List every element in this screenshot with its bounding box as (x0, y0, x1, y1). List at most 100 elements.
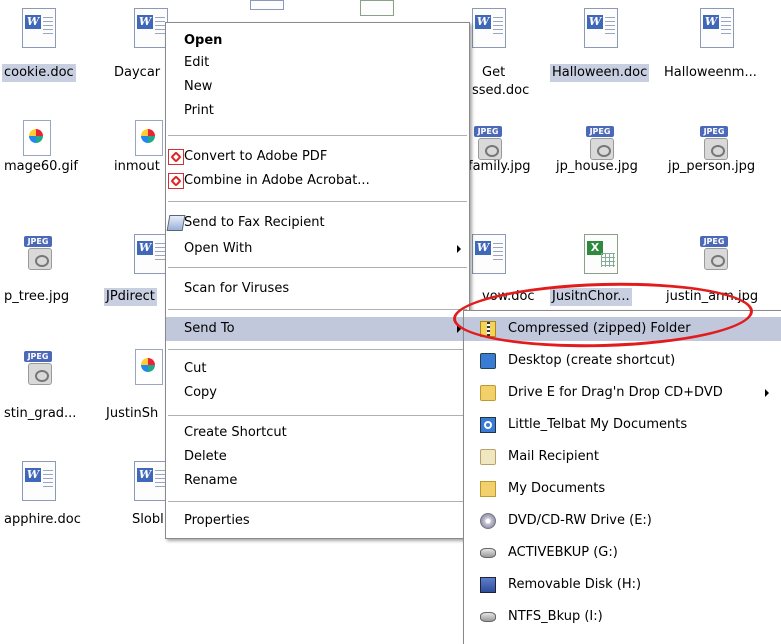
menu-item-edit[interactable]: Edit (166, 51, 469, 75)
menu-item-label: Rename (184, 473, 238, 488)
menu-item-combine-acrobat[interactable]: Combine in Adobe Acrobat... (166, 169, 469, 193)
menu-item-print[interactable]: Print (166, 99, 469, 123)
word-doc-icon: W (134, 8, 168, 48)
word-doc-icon: W (472, 8, 506, 48)
menu-item-label: NTFS_Bkup (I:) (508, 609, 603, 624)
file-get-stressed[interactable]: W Get ssed.doc (460, 0, 556, 100)
file-label-line2: ssed.doc (472, 83, 530, 98)
file-label: jp_person.jpg (668, 159, 756, 174)
menu-item-copy[interactable]: Copy (166, 381, 469, 405)
file-label: family.jpg (468, 159, 531, 174)
menu-item-label: Little_Telbat My Documents (508, 417, 688, 432)
menu-item-label: DVD/CD-RW Drive (E:) (508, 513, 652, 528)
file-image60-gif[interactable]: mage60.gif (0, 110, 96, 190)
send-to-mail[interactable]: Mail Recipient (464, 445, 781, 469)
menu-item-delete[interactable]: Delete (166, 445, 469, 469)
file-halloween-doc[interactable]: W Halloween.doc (548, 0, 650, 95)
menu-item-send-fax[interactable]: Send to Fax Recipient (166, 211, 469, 235)
shortcut-icon (480, 417, 496, 433)
file-family-jpg[interactable]: JPEG family.jpg (460, 110, 556, 190)
menu-item-scan-viruses[interactable]: Scan for Viruses (166, 277, 469, 301)
menu-item-label: Combine in Adobe Acrobat... (184, 173, 370, 188)
document-icon (250, 0, 284, 10)
submenu-arrow-icon (765, 389, 769, 397)
adobe-acrobat-icon (168, 173, 184, 189)
menu-item-properties[interactable]: Properties (166, 509, 469, 533)
jpeg-image-icon: JPEG (22, 234, 56, 274)
menu-item-label: New (184, 79, 213, 94)
send-to-drive-e[interactable]: Drive E for Drag'n Drop CD+DVD (464, 381, 781, 405)
menu-separator (168, 415, 467, 416)
file-label: inmout (114, 159, 160, 174)
file-p-tree-jpg[interactable]: JPEG p_tree.jpg (0, 230, 96, 310)
gif-image-icon (20, 120, 54, 160)
gif-image-icon (132, 349, 166, 389)
hard-drive-icon (480, 612, 496, 622)
menu-item-create-shortcut[interactable]: Create Shortcut (166, 421, 469, 445)
send-to-dvd-drive[interactable]: DVD/CD-RW Drive (E:) (464, 509, 781, 533)
file-label: JustinSh (106, 406, 159, 421)
send-to-desktop[interactable]: Desktop (create shortcut) (464, 349, 781, 373)
menu-item-send-to[interactable]: Send To (166, 317, 469, 341)
word-doc-icon: W (584, 8, 618, 48)
menu-item-label: Cut (184, 361, 207, 376)
menu-item-label: Send To (184, 321, 235, 336)
jpeg-image-icon: JPEG (22, 349, 56, 389)
submenu-arrow-icon (457, 245, 461, 253)
file-apphire-doc[interactable]: W apphire.doc (0, 455, 96, 535)
menu-item-label: Scan for Viruses (184, 281, 290, 296)
send-to-activebkup[interactable]: ACTIVEBKUP (G:) (464, 541, 781, 565)
menu-item-rename[interactable]: Rename (166, 469, 469, 493)
menu-separator (168, 349, 467, 350)
menu-item-cut[interactable]: Cut (166, 357, 469, 381)
word-doc-icon: W (472, 234, 506, 274)
file-cookie-doc[interactable]: W cookie.doc (0, 0, 96, 95)
menu-item-label: My Documents (508, 481, 606, 496)
folder-icon (480, 385, 496, 401)
word-doc-icon: W (22, 8, 56, 48)
file-label: mage60.gif (4, 159, 78, 174)
menu-item-open[interactable]: Open (166, 29, 469, 53)
file-stin-grad[interactable]: JPEG stin_grad... (0, 345, 96, 425)
menu-item-label: Mail Recipient (508, 449, 599, 464)
word-doc-icon: W (22, 461, 56, 501)
menu-separator (168, 267, 467, 268)
menu-item-label: Removable Disk (H:) (508, 577, 642, 592)
menu-item-label: Create Shortcut (184, 425, 287, 440)
file-partial-1[interactable] (244, 0, 340, 20)
send-to-my-documents[interactable]: My Documents (464, 477, 781, 501)
send-to-telbat-docs[interactable]: Little_Telbat My Documents (464, 413, 781, 437)
file-label: cookie.doc (2, 64, 76, 82)
desktop-icon (480, 353, 496, 369)
menu-separator (168, 309, 467, 310)
file-jp-house-jpg[interactable]: JPEG jp_house.jpg (548, 110, 644, 190)
removable-disk-icon (480, 577, 496, 593)
menu-item-label: Desktop (create shortcut) (508, 353, 676, 368)
excel-icon (360, 0, 394, 16)
file-label: p_tree.jpg (4, 289, 70, 304)
gif-image-icon (132, 120, 166, 160)
file-label: stin_grad... (4, 406, 77, 421)
file-halloweenm[interactable]: W Halloweenm... (660, 0, 757, 95)
menu-item-label: Open With (184, 241, 253, 256)
menu-item-convert-pdf[interactable]: Convert to Adobe PDF (166, 145, 469, 169)
file-label: apphire.doc (4, 512, 81, 527)
dvd-drive-icon (480, 513, 496, 529)
menu-item-new[interactable]: New (166, 75, 469, 99)
send-to-ntfs-bkup[interactable]: NTFS_Bkup (I:) (464, 605, 781, 629)
file-jp-person-jpg[interactable]: JPEG jp_person.jpg (660, 110, 756, 190)
send-to-removable-disk[interactable]: Removable Disk (H:) (464, 573, 781, 597)
menu-item-open-with[interactable]: Open With (166, 237, 469, 261)
mail-icon (480, 449, 496, 465)
word-doc-icon: W (134, 461, 168, 501)
file-label: Halloween.doc (550, 64, 650, 82)
fax-icon (166, 215, 186, 231)
word-doc-icon: W (700, 8, 734, 48)
menu-separator (168, 201, 467, 202)
menu-item-label: Print (184, 103, 214, 118)
file-partial-2[interactable] (336, 0, 432, 20)
menu-item-label: Convert to Adobe PDF (184, 149, 328, 164)
context-menu: Open Edit New Print Convert to Adobe PDF… (165, 22, 470, 539)
file-label: jp_house.jpg (556, 159, 638, 174)
menu-separator (168, 501, 467, 502)
